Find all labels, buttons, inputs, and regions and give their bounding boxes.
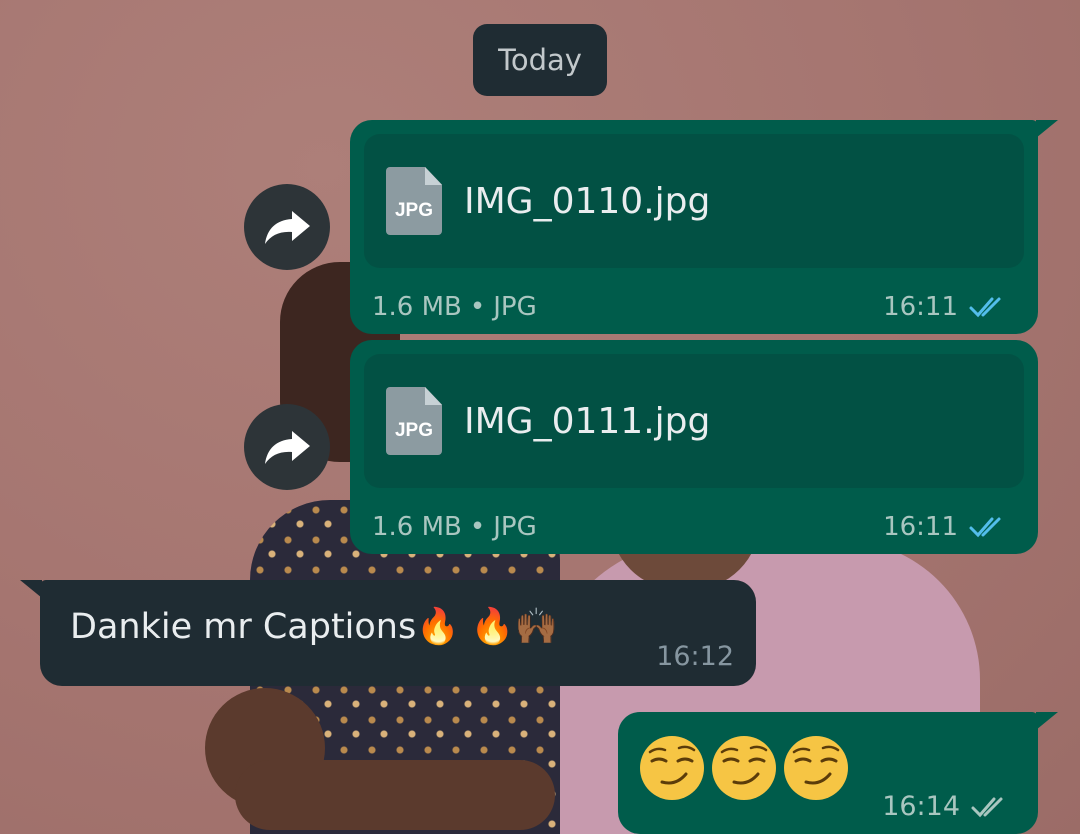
- file-kind: JPG: [493, 292, 537, 322]
- separator-dot: •: [469, 292, 486, 322]
- forward-button[interactable]: [244, 184, 330, 270]
- emoji-message[interactable]: 16:14: [618, 712, 1058, 834]
- separator-dot: •: [469, 512, 486, 542]
- file-type-badge: JPG: [394, 200, 434, 221]
- document-message[interactable]: JPG IMG_0111.jpg 1.6 MB • JPG 16:11: [350, 340, 1038, 554]
- document-card[interactable]: JPG IMG_0110.jpg: [364, 134, 1024, 268]
- file-kind: JPG: [493, 512, 537, 542]
- smirking-face-icon: [712, 736, 776, 800]
- message-meta: 16:14: [882, 791, 1016, 822]
- file-meta: 1.6 MB • JPG: [372, 292, 537, 322]
- message-time: 16:11: [883, 292, 958, 322]
- message-time: 16:14: [882, 791, 960, 822]
- document-message[interactable]: JPG IMG_0110.jpg 1.6 MB • JPG 16:11: [350, 120, 1058, 334]
- document-card[interactable]: JPG IMG_0111.jpg: [364, 354, 1024, 488]
- double-check-icon: [969, 517, 1001, 538]
- file-name: IMG_0111.jpg: [464, 400, 711, 442]
- date-separator: Today: [473, 24, 607, 96]
- emoji-row: [638, 734, 850, 802]
- bubble-tail: [1036, 120, 1058, 138]
- message-time: 16:12: [656, 641, 734, 672]
- forward-arrow-icon: [265, 211, 310, 244]
- file-name: IMG_0110.jpg: [464, 180, 711, 222]
- message-text: Dankie mr Captions🔥 🔥🙌🏾: [70, 607, 559, 647]
- message-time: 16:11: [883, 512, 958, 542]
- file-size: 1.6 MB: [372, 292, 462, 322]
- file-meta: 1.6 MB • JPG: [372, 512, 537, 542]
- forward-arrow-icon: [265, 431, 310, 464]
- file-type-badge: JPG: [394, 420, 434, 441]
- bubble-tail: [1036, 712, 1058, 730]
- smirking-face-icon: [640, 736, 704, 800]
- smirking-face-icon: [784, 736, 848, 800]
- message-meta: 16:12: [656, 641, 734, 672]
- jpg-file-icon: JPG: [386, 167, 442, 235]
- message-meta: 16:11: [883, 512, 1014, 542]
- message-meta: 16:11: [883, 292, 1014, 322]
- text-message[interactable]: Dankie mr Captions🔥 🔥🙌🏾 16:12: [20, 580, 756, 686]
- double-check-icon: [971, 797, 1003, 817]
- file-size: 1.6 MB: [372, 512, 462, 542]
- forward-button[interactable]: [244, 404, 330, 490]
- double-check-icon: [969, 297, 1001, 318]
- jpg-file-icon: JPG: [386, 387, 442, 455]
- bubble-tail: [20, 580, 42, 598]
- wallpaper-photo-shape: [235, 760, 555, 830]
